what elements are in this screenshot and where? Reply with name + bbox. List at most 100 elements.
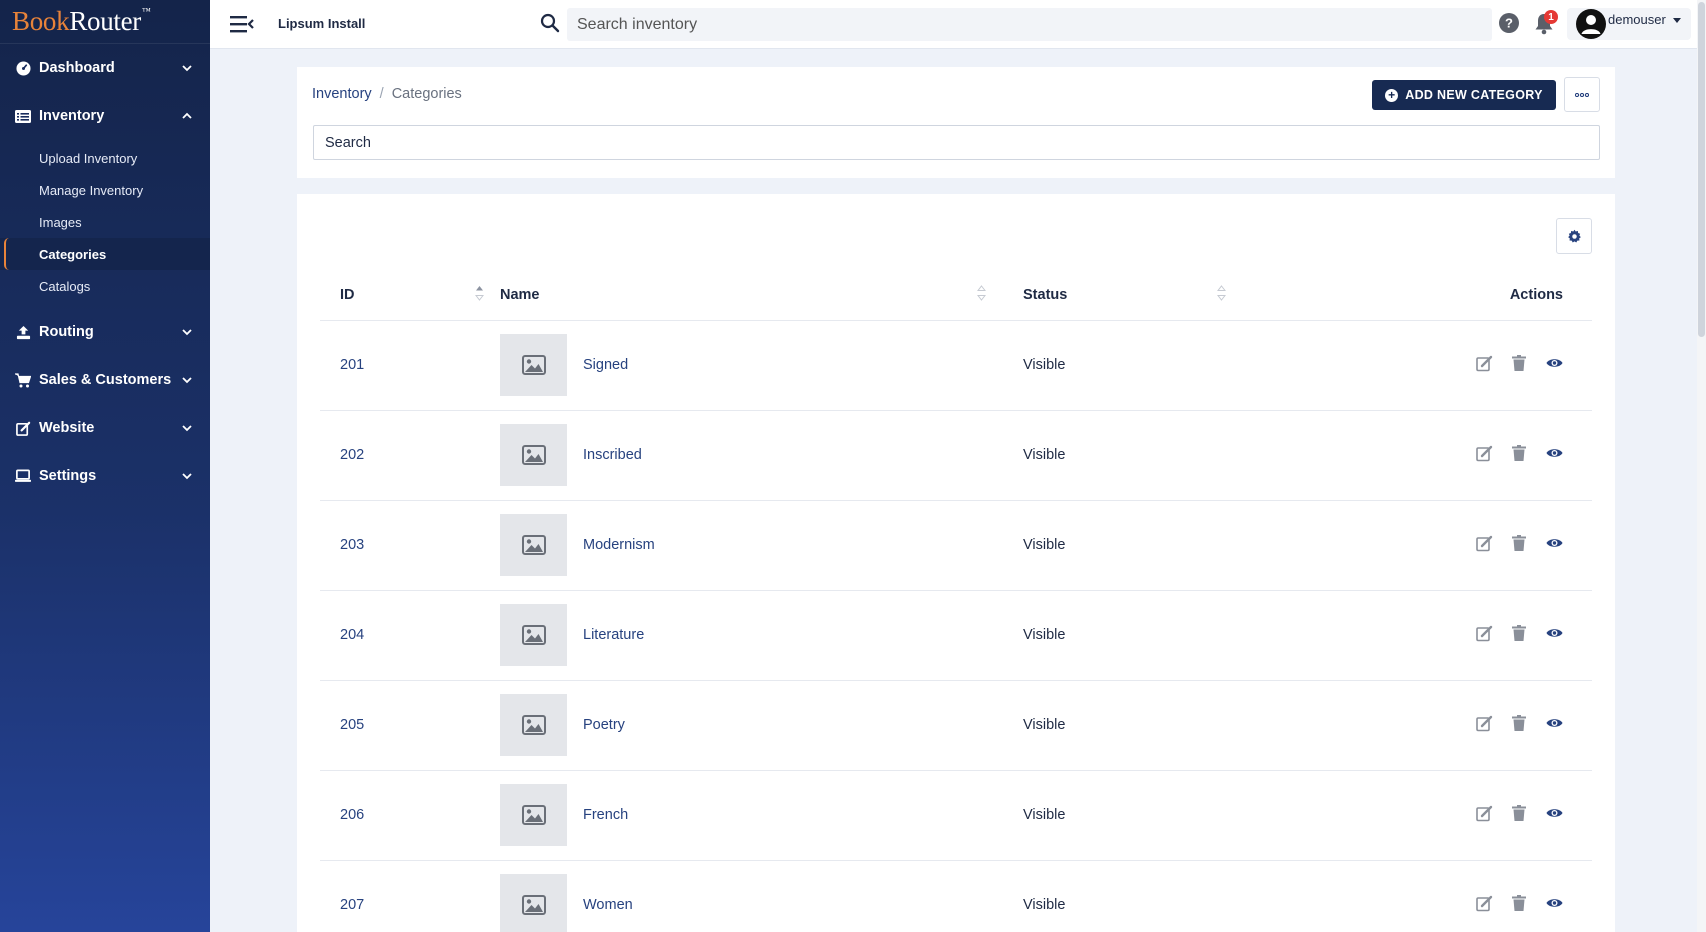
- table-row[interactable]: 206 French Visible: [320, 770, 1592, 861]
- table-row[interactable]: 203 Modernism Visible: [320, 500, 1592, 591]
- category-thumbnail[interactable]: [500, 694, 567, 756]
- category-name-link[interactable]: Inscribed: [583, 447, 642, 463]
- edit-button[interactable]: [1475, 714, 1493, 732]
- view-button[interactable]: [1545, 444, 1563, 462]
- delete-button[interactable]: [1510, 804, 1528, 822]
- delete-button[interactable]: [1510, 444, 1528, 462]
- category-id-link[interactable]: 203: [340, 537, 364, 553]
- sidebar-item-upload-inventory[interactable]: Upload Inventory: [0, 142, 210, 174]
- page-header-panel: Inventory / Categories + ADD NEW CATEGOR…: [297, 67, 1615, 178]
- user-menu[interactable]: demouser: [1567, 8, 1691, 40]
- status-text: Visible: [1023, 807, 1066, 823]
- category-id-link[interactable]: 204: [340, 627, 364, 643]
- category-id-link[interactable]: 202: [340, 447, 364, 463]
- sort-icon[interactable]: [1217, 284, 1226, 302]
- category-search-input[interactable]: [313, 125, 1600, 160]
- category-thumbnail[interactable]: [500, 874, 567, 932]
- edit-button[interactable]: [1475, 534, 1493, 552]
- cell-actions: [1263, 590, 1592, 681]
- image-placeholder-icon: [521, 445, 546, 465]
- add-new-category-button[interactable]: + ADD NEW CATEGORY: [1372, 80, 1556, 110]
- edit-button[interactable]: [1475, 444, 1493, 462]
- category-name-link[interactable]: Signed: [583, 357, 628, 373]
- store-name[interactable]: Lipsum Install: [278, 16, 365, 31]
- brand-trademark: ™: [142, 6, 151, 16]
- edit-button[interactable]: [1475, 804, 1493, 822]
- category-name-link[interactable]: Women: [583, 897, 633, 913]
- view-button[interactable]: [1545, 534, 1563, 552]
- sidebar-item-label: Settings: [39, 468, 97, 484]
- help-icon[interactable]: ?: [1498, 12, 1520, 34]
- sidebar-item-dashboard[interactable]: Dashboard: [0, 44, 210, 92]
- category-thumbnail[interactable]: [500, 424, 567, 486]
- global-search-input[interactable]: [567, 8, 1492, 41]
- sidebar-item-catalogs[interactable]: Catalogs: [0, 270, 210, 302]
- sidebar-item-website[interactable]: Website: [0, 404, 210, 452]
- search-icon: [540, 13, 560, 33]
- sidebar-item-inventory[interactable]: Inventory: [0, 92, 210, 140]
- edit-button[interactable]: [1475, 624, 1493, 642]
- delete-button[interactable]: [1510, 714, 1528, 732]
- table-row[interactable]: 205 Poetry Visible: [320, 680, 1592, 771]
- sidebar-item-categories[interactable]: Categories: [0, 238, 210, 270]
- cell-id: 206: [320, 770, 500, 861]
- svg-text:?: ?: [1505, 16, 1513, 31]
- scrollbar-thumb[interactable]: [1698, 2, 1705, 337]
- sidebar-item-settings[interactable]: Settings: [0, 452, 210, 500]
- column-header-status[interactable]: Status: [1023, 270, 1263, 321]
- cell-status: Visible: [1023, 680, 1263, 771]
- edit-button[interactable]: [1475, 354, 1493, 372]
- category-name-link[interactable]: French: [583, 807, 628, 823]
- sidebar-item-manage-inventory[interactable]: Manage Inventory: [0, 174, 210, 206]
- sort-icon[interactable]: [475, 284, 484, 302]
- edit-button[interactable]: [1475, 894, 1493, 912]
- column-header-id[interactable]: ID: [320, 270, 500, 321]
- menu-collapse-icon[interactable]: [230, 13, 254, 35]
- sidebar-item-sales-customers[interactable]: Sales & Customers: [0, 356, 210, 404]
- category-id-link[interactable]: 205: [340, 717, 364, 733]
- trash-icon: [1512, 625, 1526, 642]
- view-button[interactable]: [1545, 804, 1563, 822]
- category-name-link[interactable]: Modernism: [583, 537, 655, 553]
- table-row[interactable]: 202 Inscribed Visible: [320, 410, 1592, 501]
- category-thumbnail[interactable]: [500, 604, 567, 666]
- column-header-name[interactable]: Name: [500, 270, 1023, 321]
- avatar: [1576, 9, 1606, 39]
- view-button[interactable]: [1545, 894, 1563, 912]
- edit-square-icon: [15, 420, 31, 436]
- view-button[interactable]: [1545, 624, 1563, 642]
- category-thumbnail[interactable]: [500, 334, 567, 396]
- delete-button[interactable]: [1510, 894, 1528, 912]
- category-name-link[interactable]: Poetry: [583, 717, 625, 733]
- category-thumbnail[interactable]: [500, 514, 567, 576]
- category-thumbnail[interactable]: [500, 784, 567, 846]
- table-settings-button[interactable]: [1556, 218, 1592, 254]
- category-id-link[interactable]: 207: [340, 897, 364, 913]
- sidebar-item-routing[interactable]: Routing: [0, 308, 210, 356]
- delete-button[interactable]: [1510, 624, 1528, 642]
- edit-icon: [1475, 535, 1492, 552]
- edit-icon: [1475, 895, 1492, 912]
- sidebar-item-label: Inventory: [39, 108, 105, 124]
- sidebar-item-images[interactable]: Images: [0, 206, 210, 238]
- edit-icon: [1475, 445, 1492, 462]
- eye-icon: [1546, 449, 1562, 457]
- image-placeholder-icon: [521, 535, 546, 555]
- view-button[interactable]: [1545, 354, 1563, 372]
- view-button[interactable]: [1545, 714, 1563, 732]
- category-id-link[interactable]: 201: [340, 357, 364, 373]
- notification-badge: 1: [1544, 10, 1558, 24]
- table-row[interactable]: 207 Women Visible: [320, 860, 1592, 932]
- brand-logo[interactable]: BookRouter™: [0, 0, 210, 44]
- sort-icon[interactable]: [977, 284, 986, 302]
- delete-button[interactable]: [1510, 534, 1528, 552]
- edit-icon: [1475, 355, 1492, 372]
- more-options-button[interactable]: [1564, 77, 1600, 112]
- breadcrumb-inventory-link[interactable]: Inventory: [312, 86, 372, 102]
- table-row[interactable]: 201 Signed Visible: [320, 320, 1592, 411]
- page-scrollbar[interactable]: [1697, 0, 1706, 932]
- table-row[interactable]: 204 Literature Visible: [320, 590, 1592, 681]
- category-id-link[interactable]: 206: [340, 807, 364, 823]
- category-name-link[interactable]: Literature: [583, 627, 644, 643]
- delete-button[interactable]: [1510, 354, 1528, 372]
